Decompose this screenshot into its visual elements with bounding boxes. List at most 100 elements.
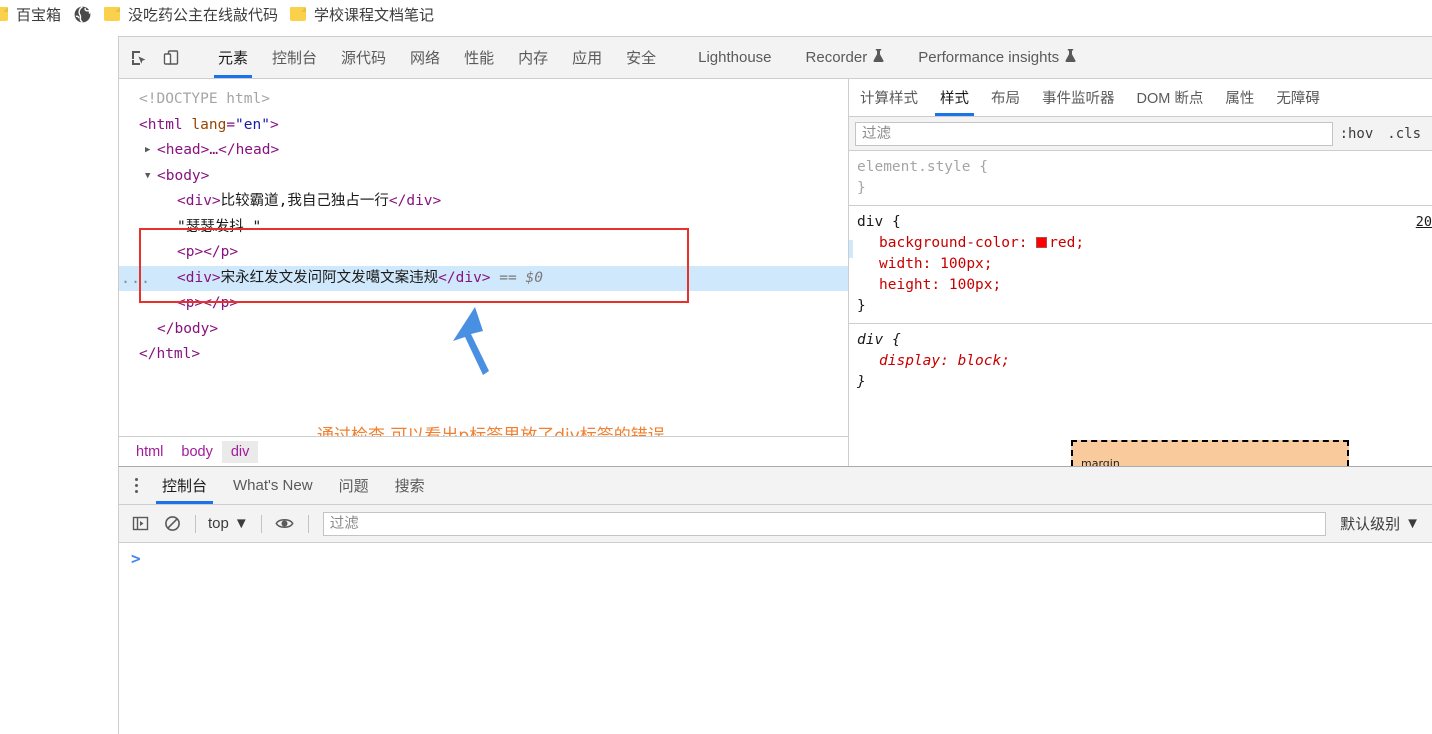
inspect-element-icon[interactable] [125, 44, 153, 72]
tab-event-listeners[interactable]: 事件监听器 [1031, 79, 1126, 116]
breadcrumb-item-html[interactable]: html [127, 441, 172, 463]
console-filter-input[interactable] [322, 511, 1327, 536]
more-options-icon[interactable] [123, 467, 149, 504]
css-property[interactable]: height [857, 275, 931, 296]
tab-properties[interactable]: 属性 [1214, 79, 1265, 116]
live-expression-icon[interactable] [270, 511, 300, 537]
chevron-down-icon[interactable]: ▼ [145, 164, 150, 190]
css-rule-div[interactable]: 20 div { background-color: red; width: 1… [849, 206, 1432, 324]
bookmark-item-folder-3[interactable]: 学校课程文档笔记 [284, 0, 440, 28]
box-model-diagram[interactable]: margin [1071, 440, 1349, 466]
css-property[interactable]: background-color [857, 233, 1019, 254]
brace-open: { [891, 332, 901, 348]
html-open-close: > [269, 116, 279, 133]
dom-node-head[interactable]: ▶ <head>…</head> [119, 138, 848, 164]
console-context-label: top [208, 515, 229, 532]
hover-state-button[interactable]: :hov [1333, 123, 1381, 145]
devtools-panel: 元素 控制台 源代码 网络 性能 内存 应用 安全 Lighthouse Rec… [118, 36, 1432, 466]
tab-layout[interactable]: 布局 [980, 79, 1031, 116]
tab-dom-breakpoints[interactable]: DOM 断点 [1126, 79, 1215, 116]
tab-lighthouse[interactable]: Lighthouse [686, 37, 783, 78]
console-input[interactable] [141, 549, 1432, 567]
tab-label: 控制台 [162, 478, 208, 495]
console-context-selector[interactable]: top ▼ [204, 515, 253, 532]
tab-label: 元素 [218, 50, 249, 67]
selected-node-marker: == $0 [499, 269, 543, 286]
tab-application[interactable]: 应用 [560, 37, 614, 78]
console-drawer: 控制台 What's New 问题 搜索 top ▼ 过滤 默认级别 ▼ > [118, 466, 1432, 734]
css-declaration-height[interactable]: height: 100px; [857, 275, 1432, 296]
console-sidebar-icon[interactable] [125, 511, 155, 537]
chevron-down-icon: ▼ [233, 515, 249, 532]
dom-node-html[interactable]: <html lang="en"> [119, 113, 848, 139]
css-declaration-width[interactable]: width: 100px; [857, 254, 1432, 275]
css-selector[interactable]: element.style [857, 159, 971, 175]
dom-node-div-1[interactable]: <div>比较霸道,我自己独占一行</div> [119, 189, 848, 215]
chevron-right-icon[interactable]: ▶ [145, 138, 150, 164]
node-ellipsis-badge[interactable]: ... [121, 270, 150, 286]
tab-network[interactable]: 网络 [398, 37, 452, 78]
breadcrumb-item-div[interactable]: div [221, 440, 259, 463]
dom-node-doctype[interactable]: <!DOCTYPE html> [119, 87, 848, 113]
drawer-tab-whats-new[interactable]: What's New [220, 467, 326, 504]
console-prompt-row[interactable]: > [119, 543, 1432, 568]
css-declaration-background-color[interactable]: background-color: red; [857, 233, 1432, 254]
brace-close: } [857, 298, 866, 314]
tab-performance[interactable]: 性能 [452, 37, 506, 78]
tab-computed-styles[interactable]: 计算样式 [849, 79, 929, 116]
css-value[interactable]: red [1049, 235, 1075, 251]
css-rule-user-agent-div[interactable]: div { display: block; } [849, 324, 1432, 399]
tab-styles[interactable]: 样式 [929, 79, 980, 116]
toolbar-divider [195, 514, 196, 533]
tab-recorder[interactable]: Recorder [794, 37, 897, 78]
dom-node-p-2[interactable]: <p></p> [119, 291, 848, 317]
brace-close: } [857, 374, 866, 390]
bookmark-item-globe[interactable] [67, 0, 98, 28]
dom-node-text[interactable]: "瑟瑟发抖 " [119, 215, 848, 241]
css-selector[interactable]: div [857, 332, 883, 348]
styles-filter-input[interactable] [855, 121, 1333, 146]
dom-node-body-close[interactable]: </body> [119, 317, 848, 343]
p1-tag: <p></p> [177, 244, 239, 260]
drawer-tab-console[interactable]: 控制台 [149, 467, 220, 504]
tab-label: 搜索 [394, 478, 425, 495]
breadcrumb-item-body[interactable]: body [172, 441, 221, 463]
tab-label: 样式 [940, 91, 969, 107]
dom-node-body[interactable]: ▼ <body> [119, 164, 848, 190]
tab-console[interactable]: 控制台 [260, 37, 329, 78]
toolbar-divider [260, 514, 262, 533]
dom-node-p-1[interactable]: <p></p> [119, 240, 848, 266]
css-source-link[interactable]: 20 [1416, 212, 1432, 233]
class-toggle-button[interactable]: .cls [1380, 123, 1428, 145]
dom-node-html-close[interactable]: </html> [119, 342, 848, 368]
css-value[interactable]: 100px [940, 256, 984, 272]
tab-label: Performance insights [918, 49, 1060, 66]
div2-text: 宋永红发文发问阿文发噶文案违规 [220, 269, 439, 286]
css-value[interactable]: 100px [949, 277, 993, 293]
devtools-tool-icons [119, 37, 206, 78]
tab-memory[interactable]: 内存 [506, 37, 560, 78]
dom-node-div-2-selected[interactable]: ... <div>宋永红发文发问阿文发噶文案违规</div> == $0 [119, 265, 848, 291]
css-property[interactable]: display [857, 351, 940, 372]
tab-label: Lighthouse [698, 49, 772, 66]
tab-sources[interactable]: 源代码 [329, 37, 398, 78]
tab-security[interactable]: 安全 [614, 37, 668, 78]
css-declaration-display[interactable]: display: block; [857, 351, 1432, 372]
tab-elements[interactable]: 元素 [206, 37, 260, 78]
console-level-selector[interactable]: 默认级别 ▼ [1334, 513, 1426, 534]
bookmark-item-folder-2[interactable]: 没吃药公主在线敲代码 [98, 0, 284, 28]
css-property[interactable]: width [857, 254, 923, 275]
tab-performance-insights[interactable]: Performance insights [906, 37, 1088, 78]
clear-console-icon[interactable] [157, 511, 187, 537]
styles-pane: 计算样式 样式 布局 事件监听器 DOM 断点 属性 无障碍 :hov .cls… [849, 79, 1432, 466]
tab-accessibility[interactable]: 无障碍 [1265, 79, 1331, 116]
drawer-tab-issues[interactable]: 问题 [326, 467, 382, 504]
bookmark-item-baibaoxiang[interactable]: 百宝箱 [0, 0, 67, 28]
color-swatch[interactable] [1036, 237, 1048, 248]
body-close-tag: </body> [157, 320, 219, 337]
drawer-tab-search[interactable]: 搜索 [382, 467, 438, 504]
css-selector[interactable]: div [857, 214, 883, 230]
css-value[interactable]: block [958, 353, 1002, 369]
device-toolbar-icon[interactable] [157, 44, 185, 72]
css-rule-element-style[interactable]: element.style { } [849, 151, 1432, 206]
